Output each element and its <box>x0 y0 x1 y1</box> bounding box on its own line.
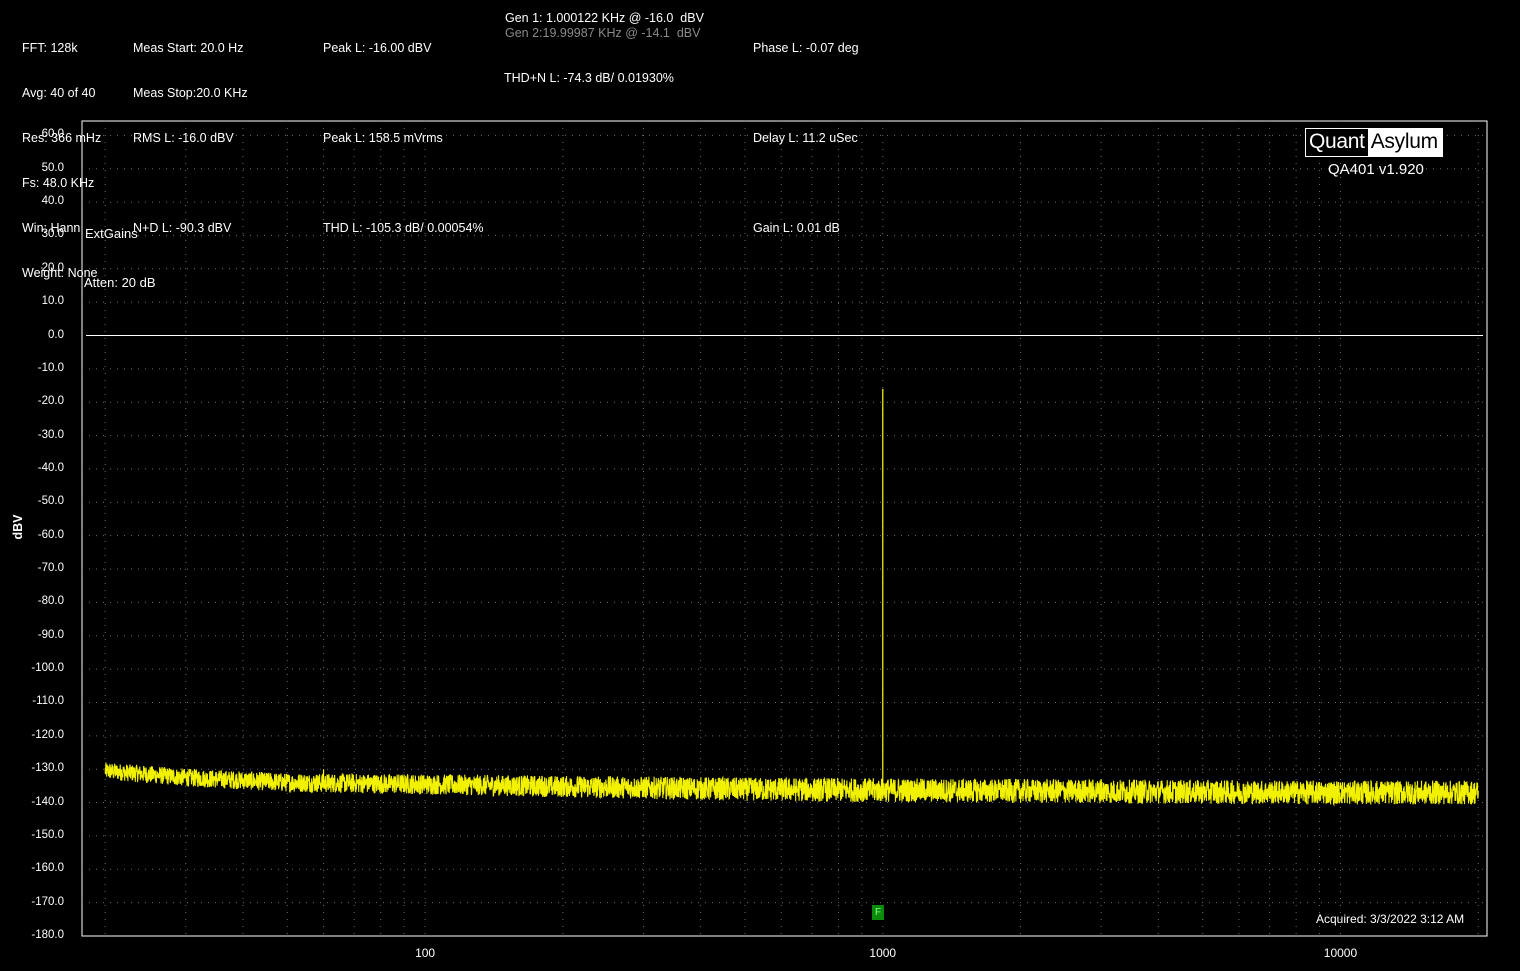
y-tick-label: 10.0 <box>41 295 64 308</box>
logo-quant: Quant <box>1306 129 1368 156</box>
y-tick-label: -20.0 <box>37 395 64 408</box>
y-tick-label: -110.0 <box>32 695 64 708</box>
x-tick-label: 10000 <box>1323 946 1358 960</box>
phase-level: Phase L: -0.07 deg <box>753 41 859 55</box>
gen2-info: Gen 2:19.99987 KHz @ -14.1 dBV <box>505 26 701 40</box>
quantasylum-logo: Quant Asylum <box>1305 128 1443 157</box>
y-tick-label: 60.0 <box>41 128 64 141</box>
y-tick-label: -140.0 <box>31 795 64 808</box>
phase-info-block: Phase L: -0.07 deg Delay L: 11.2 uSec Ga… <box>753 11 859 251</box>
gain-level: Gain L: 0.01 dB <box>753 221 840 235</box>
y-tick-label: -120.0 <box>31 728 64 741</box>
peak-dbv: Peak L: -16.00 dBV <box>323 41 432 55</box>
y-tick-label: 40.0 <box>41 195 64 208</box>
y-tick-label: -60.0 <box>37 528 64 541</box>
y-tick-label: -70.0 <box>37 562 64 575</box>
rms-level: RMS L: -16.0 dBV <box>133 131 234 145</box>
meas-stop: Meas Stop:20.0 KHz <box>133 86 248 100</box>
y-tick-label: -180.0 <box>31 929 64 941</box>
y-tick-label: -160.0 <box>31 862 64 875</box>
y-tick-label: 0.0 <box>48 328 64 341</box>
y-axis-label: dBV <box>11 514 25 540</box>
peak-mvrms: Peak L: 158.5 mVrms <box>323 131 443 145</box>
y-tick-label: 30.0 <box>41 228 64 241</box>
fundamental-marker[interactable]: F <box>872 905 884 920</box>
x-tick-label: 1000 <box>869 946 897 960</box>
thdn-level: THD+N L: -74.3 dB/ 0.01930% <box>504 71 674 85</box>
y-tick-label: 50.0 <box>41 161 64 174</box>
y-tick-label: 20.0 <box>41 261 64 274</box>
y-tick-label: -90.0 <box>37 628 64 641</box>
meas-info-block: Meas Start: 20.0 Hz Meas Stop:20.0 KHz R… <box>133 11 248 251</box>
y-tick-label: -30.0 <box>37 428 64 441</box>
sample-rate: Fs: 48.0 KHz <box>22 176 95 190</box>
y-tick-label: -130.0 <box>31 762 64 775</box>
meas-start: Meas Start: 20.0 Hz <box>133 41 244 55</box>
logo-asylum: Asylum <box>1367 129 1442 156</box>
x-tick-label: 100 <box>415 946 436 960</box>
delay-level: Delay L: 11.2 uSec <box>753 131 858 145</box>
n-plus-d: N+D L: -90.3 dBV <box>133 221 232 235</box>
y-tick-label: -40.0 <box>37 461 64 474</box>
gen1-info: Gen 1: 1.000122 KHz @ -16.0 dBV <box>505 11 704 25</box>
fft-info-block: FFT: 128k Avg: 40 of 40 Res: 366 mHz Fs:… <box>22 11 101 296</box>
y-tick-label: -170.0 <box>31 895 64 908</box>
fft-size: FFT: 128k <box>22 41 78 55</box>
acquired-timestamp: Acquired: 3/3/2022 3:12 AM <box>1316 912 1465 926</box>
peak-info-block: Peak L: -16.00 dBV Peak L: 158.5 mVrms T… <box>323 11 484 251</box>
y-tick-label: -10.0 <box>37 361 64 374</box>
atten-label: Atten: 20 dB <box>84 275 156 290</box>
y-tick-label: -150.0 <box>31 828 64 841</box>
y-tick-label: -100.0 <box>31 662 64 675</box>
ext-gains-label: ExtGains <box>85 226 138 241</box>
y-tick-label: -80.0 <box>37 595 64 608</box>
version-label: QA401 v1.920 <box>1328 161 1424 178</box>
y-tick-label: -50.0 <box>37 495 64 508</box>
avg-count: Avg: 40 of 40 <box>22 86 96 100</box>
thd-level: THD L: -105.3 dB/ 0.00054% <box>323 221 484 235</box>
